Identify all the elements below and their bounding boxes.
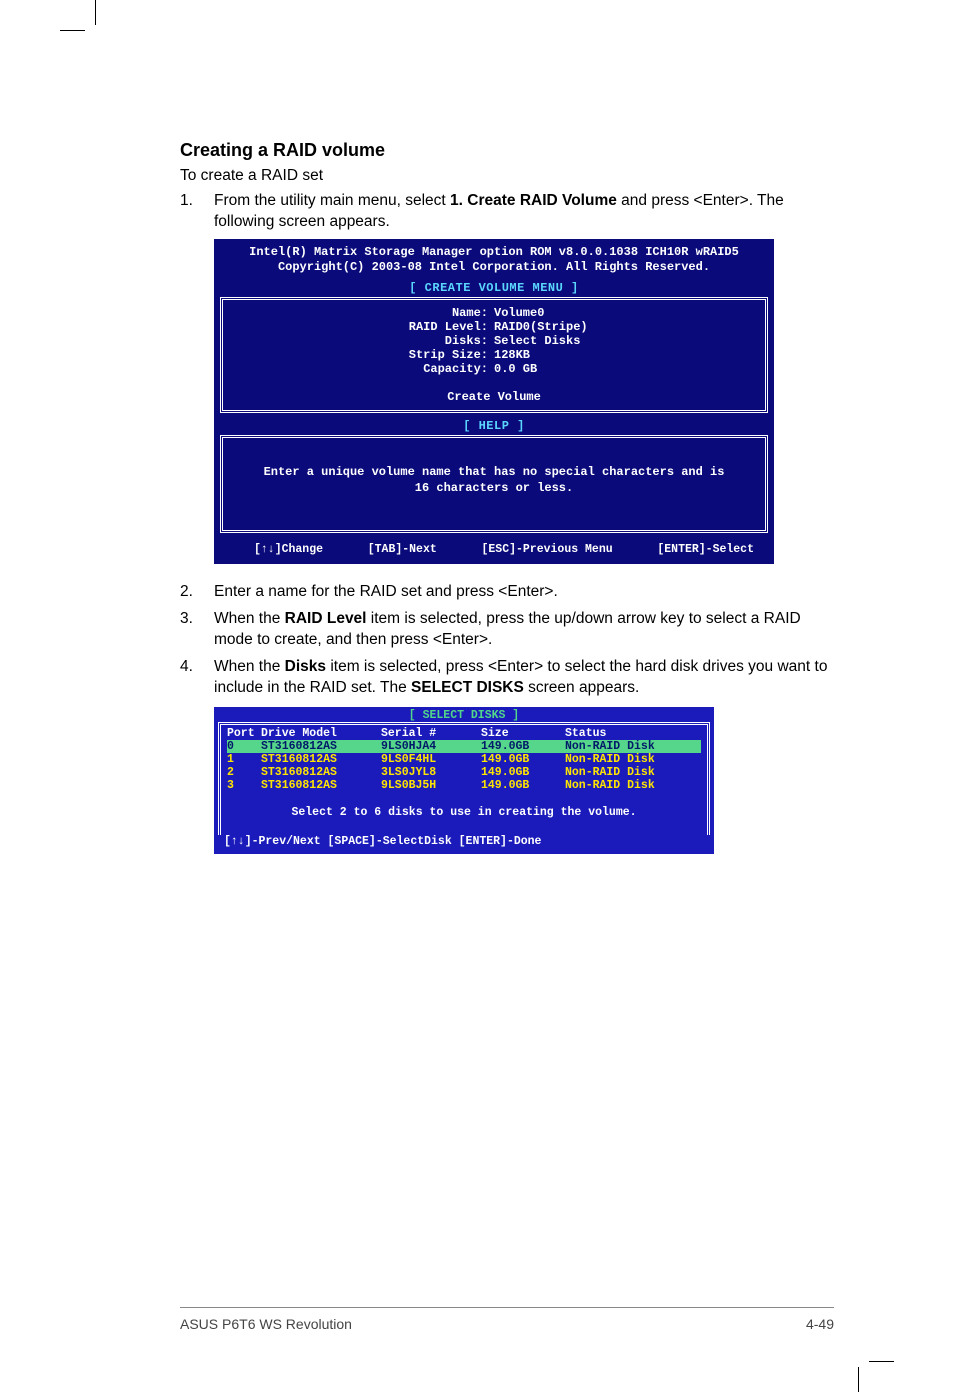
select-disks-box: Port Drive Model Serial # Size Status 0 …	[218, 722, 710, 835]
intro-text: To create a RAID set	[180, 167, 834, 185]
cell: 9LS0BJ5H	[381, 779, 481, 792]
table-header: Port Drive Model Serial # Size Status	[227, 727, 701, 740]
hint-select: [ENTER]-Select	[657, 543, 754, 556]
cell: Non-RAID Disk	[565, 740, 701, 753]
step-number: 3.	[180, 609, 214, 651]
cell: ST3160812AS	[261, 779, 381, 792]
value: Select Disks	[494, 334, 664, 348]
bios-header-line2: Copyright(C) 2003-08 Intel Corporation. …	[222, 260, 766, 275]
cell: 149.0GB	[481, 740, 565, 753]
footer-page-number: 4-49	[806, 1316, 834, 1332]
field-capacity[interactable]: Capacity: 0.0 GB	[233, 362, 755, 376]
label: Capacity:	[324, 362, 494, 376]
create-volume-action[interactable]: Create Volume	[233, 390, 755, 404]
cell: 9LS0F4HL	[381, 753, 481, 766]
cell: ST3160812AS	[261, 753, 381, 766]
create-volume-box: Name: Volume0 RAID Level: RAID0(Stripe) …	[220, 297, 768, 413]
step-text: From the utility main menu, select 1. Cr…	[214, 191, 834, 233]
label: RAID Level:	[324, 320, 494, 334]
field-strip-size[interactable]: Strip Size: 128KB	[233, 348, 755, 362]
cell: ST3160812AS	[261, 766, 381, 779]
hint-change: [↑↓]Change	[254, 543, 323, 556]
select-disks-screen: [ SELECT DISKS ] Port Drive Model Serial…	[214, 707, 714, 854]
help-line2: 16 characters or less.	[243, 480, 745, 496]
col-status: Status	[565, 727, 701, 740]
step-text: When the RAID Level item is selected, pr…	[214, 609, 834, 651]
page-content: Creating a RAID volume To create a RAID …	[0, 0, 954, 914]
help-title: [ HELP ]	[214, 419, 774, 433]
field-name[interactable]: Name: Volume0	[233, 306, 755, 320]
value: 128KB	[494, 348, 664, 362]
select-disks-footer-hints: [↑↓]-Prev/Next [SPACE]-SelectDisk [ENTER…	[214, 835, 714, 854]
bios-footer-hints: [↑↓]Change [TAB]-Next [ESC]-Previous Men…	[214, 539, 774, 564]
value-selected[interactable]: Volume0	[494, 306, 544, 320]
step-number: 4.	[180, 657, 214, 699]
step-4: 4. When the Disks item is selected, pres…	[180, 657, 834, 699]
hint-next: [TAB]-Next	[368, 543, 437, 556]
bios-header: Intel(R) Matrix Storage Manager option R…	[214, 245, 774, 279]
col-drive-model: Drive Model	[261, 727, 381, 740]
cell: 9LS0HJA4	[381, 740, 481, 753]
cell: 3LS0JYL8	[381, 766, 481, 779]
cell: 149.0GB	[481, 779, 565, 792]
crop-mark-tl	[60, 0, 100, 60]
step-text: Enter a name for the RAID set and press …	[214, 582, 834, 603]
table-row[interactable]: 1 ST3160812AS 9LS0F4HL 149.0GB Non-RAID …	[227, 753, 701, 766]
help-text: Enter a unique volume name that has no s…	[233, 444, 755, 524]
select-disks-title: [ SELECT DISKS ]	[214, 707, 714, 722]
value: RAID0(Stripe)	[494, 320, 664, 334]
step-3: 3. When the RAID Level item is selected,…	[180, 609, 834, 651]
text: screen appears.	[524, 679, 639, 696]
bold-text: 1. Create RAID Volume	[450, 192, 617, 209]
help-box: Enter a unique volume name that has no s…	[220, 435, 768, 533]
cell: 3	[227, 779, 261, 792]
cell: Non-RAID Disk	[565, 766, 701, 779]
text: From the utility main menu, select	[214, 192, 450, 209]
bold-text: RAID Level	[285, 610, 367, 627]
cell: Non-RAID Disk	[565, 753, 701, 766]
value: 0.0 GB	[494, 362, 664, 376]
cell: ST3160812AS	[261, 740, 381, 753]
col-serial: Serial #	[381, 727, 481, 740]
select-disks-msg: Select 2 to 6 disks to use in creating t…	[227, 792, 701, 833]
field-disks[interactable]: Disks: Select Disks	[233, 334, 755, 348]
col-size: Size	[481, 727, 565, 740]
bios-create-volume-screen: Intel(R) Matrix Storage Manager option R…	[214, 239, 774, 564]
step-2: 2. Enter a name for the RAID set and pre…	[180, 582, 834, 603]
cell: 149.0GB	[481, 766, 565, 779]
field-raid-level[interactable]: RAID Level: RAID0(Stripe)	[233, 320, 755, 334]
create-volume-title: [ CREATE VOLUME MENU ]	[214, 281, 774, 295]
label: Strip Size:	[324, 348, 494, 362]
col-port: Port	[227, 727, 261, 740]
table-row[interactable]: 0 ST3160812AS 9LS0HJA4 149.0GB Non-RAID …	[227, 740, 701, 753]
footer-product: ASUS P6T6 WS Revolution	[180, 1316, 352, 1332]
table-row[interactable]: 3 ST3160812AS 9LS0BJ5H 149.0GB Non-RAID …	[227, 779, 701, 792]
section-title: Creating a RAID volume	[180, 140, 834, 161]
table-row[interactable]: 2 ST3160812AS 3LS0JYL8 149.0GB Non-RAID …	[227, 766, 701, 779]
step-number: 2.	[180, 582, 214, 603]
cell: 149.0GB	[481, 753, 565, 766]
cell: 1	[227, 753, 261, 766]
label: Disks:	[324, 334, 494, 348]
cell: 2	[227, 766, 261, 779]
crop-mark-br	[854, 1332, 894, 1392]
text: When the	[214, 658, 285, 675]
help-line1: Enter a unique volume name that has no s…	[243, 464, 745, 480]
cell: Non-RAID Disk	[565, 779, 701, 792]
page-footer: ASUS P6T6 WS Revolution 4-49	[180, 1307, 834, 1332]
text: When the	[214, 610, 285, 627]
bold-text: Disks	[285, 658, 326, 675]
cell: 0	[227, 740, 261, 753]
bold-text: SELECT DISKS	[411, 679, 524, 696]
label: Name:	[324, 306, 494, 320]
step-1: 1. From the utility main menu, select 1.…	[180, 191, 834, 233]
bios-header-line1: Intel(R) Matrix Storage Manager option R…	[222, 245, 766, 260]
hint-prev-menu: [ESC]-Previous Menu	[482, 543, 613, 556]
step-text: When the Disks item is selected, press <…	[214, 657, 834, 699]
step-number: 1.	[180, 191, 214, 233]
